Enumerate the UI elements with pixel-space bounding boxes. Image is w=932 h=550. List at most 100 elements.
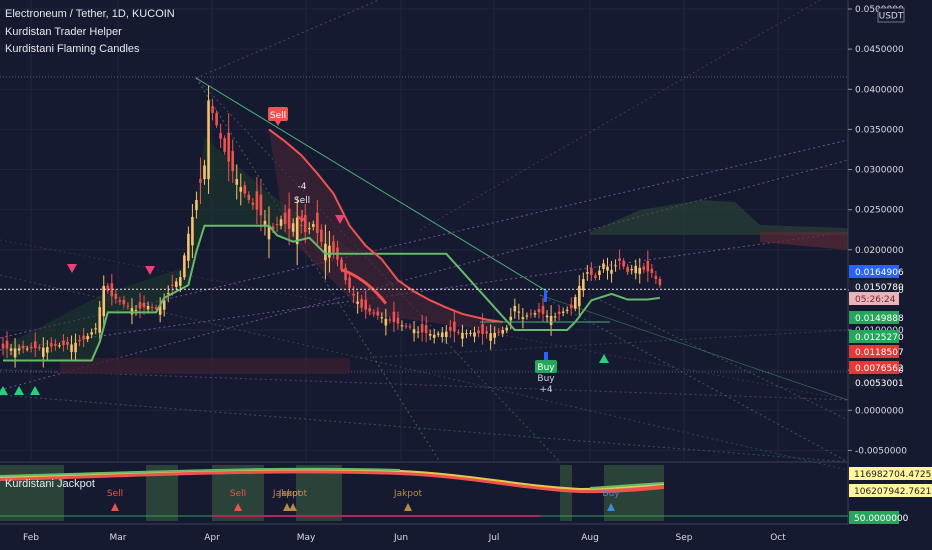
candle-body[interactable] — [473, 332, 476, 337]
candle-body[interactable] — [525, 315, 529, 317]
candle-body[interactable] — [307, 228, 311, 230]
candle-body[interactable] — [590, 268, 593, 276]
candle-body[interactable] — [565, 309, 569, 311]
candle-body[interactable] — [489, 333, 492, 341]
candle-body[interactable] — [195, 200, 198, 211]
candle-body[interactable] — [82, 335, 85, 340]
candle-body[interactable] — [243, 185, 247, 194]
candle-body[interactable] — [134, 309, 138, 311]
candle-body[interactable] — [440, 332, 444, 338]
candle-body[interactable] — [332, 241, 335, 253]
candle-body[interactable] — [541, 305, 545, 314]
candle-body[interactable] — [126, 305, 130, 307]
candle-body[interactable] — [70, 344, 73, 352]
candle-body[interactable] — [255, 191, 259, 210]
candle-body[interactable] — [86, 335, 89, 340]
candle-body[interactable] — [416, 331, 420, 333]
candle-body[interactable] — [263, 220, 267, 225]
candle-body[interactable] — [638, 267, 642, 274]
candle-body[interactable] — [569, 304, 573, 309]
candle-body[interactable] — [396, 317, 400, 324]
candle-body[interactable] — [62, 340, 65, 345]
candle-body[interactable] — [545, 315, 549, 318]
candle-body[interactable] — [465, 333, 468, 335]
candle-body[interactable] — [436, 333, 440, 335]
candle-body[interactable] — [622, 260, 625, 267]
candle-body[interactable] — [122, 299, 126, 305]
candle-body[interactable] — [557, 311, 561, 314]
candle-body[interactable] — [392, 311, 396, 322]
candle-body[interactable] — [5, 340, 9, 349]
candle-body[interactable] — [642, 266, 646, 270]
candle-body[interactable] — [602, 263, 605, 269]
candle-body[interactable] — [650, 268, 654, 274]
indicator-trader-helper[interactable]: Kurdistan Trader Helper — [5, 24, 175, 42]
candle-body[interactable] — [9, 348, 13, 351]
candle-body[interactable] — [364, 299, 367, 310]
candle-body[interactable] — [146, 305, 150, 310]
candle-body[interactable] — [78, 339, 81, 342]
candle-body[interactable] — [287, 208, 291, 229]
candle-body[interactable] — [13, 348, 17, 358]
candle-body[interactable] — [98, 307, 102, 333]
candle-body[interactable] — [348, 277, 351, 288]
candle-body[interactable] — [497, 331, 500, 333]
candle-body[interactable] — [114, 293, 118, 299]
candle-body[interactable] — [521, 317, 525, 320]
candle-body[interactable] — [573, 297, 577, 309]
candle-body[interactable] — [207, 100, 210, 180]
candle-body[interactable] — [400, 325, 404, 327]
candle-body[interactable] — [598, 270, 601, 276]
candle-body[interactable] — [174, 281, 178, 287]
candle-body[interactable] — [187, 233, 190, 261]
candle-body[interactable] — [50, 343, 53, 347]
candle-body[interactable] — [356, 301, 359, 304]
candle-body[interactable] — [150, 307, 154, 309]
candle-body[interactable] — [594, 275, 597, 278]
symbol-title[interactable]: Electroneum / Tether, 1D, KUCOIN — [5, 6, 175, 24]
candle-body[interactable] — [130, 308, 134, 315]
candle-body[interactable] — [376, 311, 380, 316]
candle-body[interactable] — [251, 202, 255, 205]
candle-body[interactable] — [259, 194, 263, 216]
candle-body[interactable] — [74, 342, 77, 353]
candle-body[interactable] — [227, 132, 230, 162]
candle-body[interactable] — [461, 332, 464, 339]
candle-body[interactable] — [352, 293, 355, 296]
candle-body[interactable] — [46, 347, 49, 353]
candle-body[interactable] — [320, 229, 323, 242]
candle-body[interactable] — [279, 219, 283, 226]
candle-body[interactable] — [275, 224, 279, 226]
candle-body[interactable] — [529, 313, 533, 315]
candle-body[interactable] — [384, 318, 388, 326]
candle-body[interactable] — [179, 277, 182, 286]
candle-body[interactable] — [501, 330, 505, 334]
candle-body[interactable] — [654, 275, 658, 280]
candle-body[interactable] — [582, 279, 585, 291]
candle-body[interactable] — [299, 224, 303, 226]
candle-body[interactable] — [199, 178, 202, 183]
candle-body[interactable] — [203, 165, 206, 180]
candle-body[interactable] — [211, 106, 214, 113]
candle-body[interactable] — [634, 265, 638, 274]
candle-body[interactable] — [505, 327, 509, 331]
candle-body[interactable] — [614, 265, 617, 267]
candle-body[interactable] — [33, 341, 37, 349]
candle-body[interactable] — [533, 313, 537, 315]
candle-body[interactable] — [17, 348, 21, 351]
candle-body[interactable] — [219, 133, 222, 139]
candle-body[interactable] — [118, 300, 122, 302]
candle-body[interactable] — [618, 258, 621, 262]
candle-body[interactable] — [215, 112, 218, 126]
candle-body[interactable] — [477, 330, 480, 334]
candle-body[interactable] — [138, 302, 142, 309]
candle-body[interactable] — [247, 194, 251, 201]
candle-body[interactable] — [223, 138, 226, 152]
candle-body[interactable] — [360, 299, 363, 308]
candle-body[interactable] — [481, 324, 484, 335]
candle-body[interactable] — [283, 212, 287, 225]
candle-body[interactable] — [457, 331, 460, 333]
price-axis[interactable]: 0.05000000.04500000.04000000.03500000.03… — [848, 0, 932, 550]
candle-body[interactable] — [658, 278, 662, 286]
candle-body[interactable] — [372, 312, 376, 314]
